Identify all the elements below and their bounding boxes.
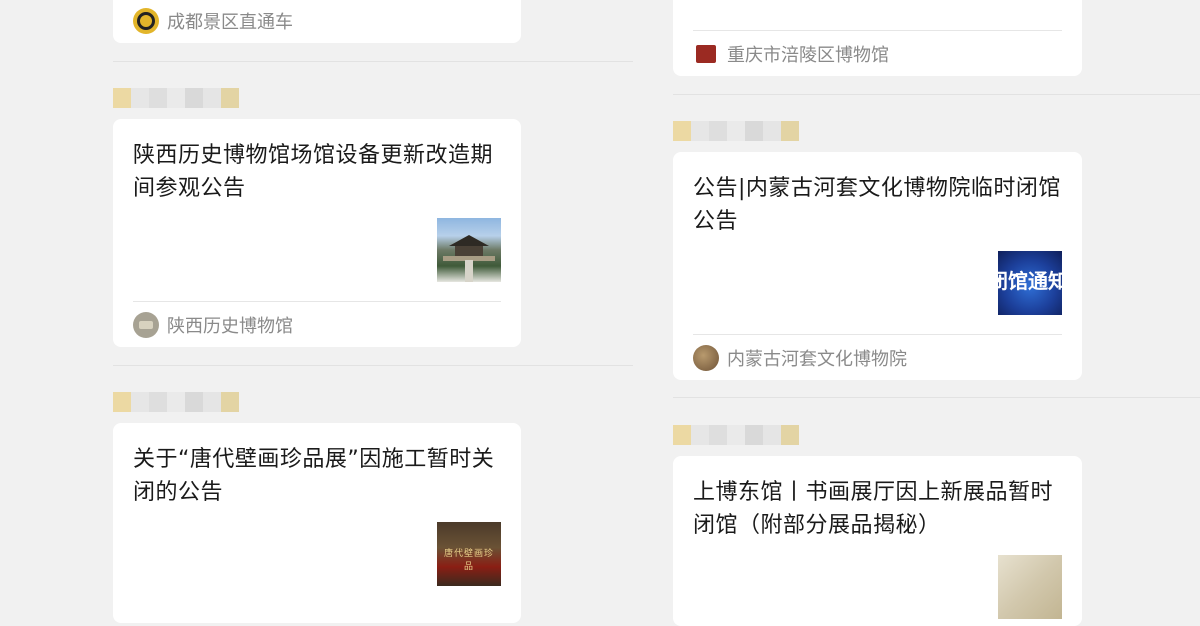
article-card-shanghai-museum[interactable]: 上博东馆丨书画展厅因上新展品暂时闭馆（附部分展品揭秘） [673,456,1082,626]
article-title[interactable]: 上博东馆丨书画展厅因上新展品暂时闭馆（附部分展品揭秘） [693,476,1065,542]
article-title[interactable]: 公告|内蒙古河套文化博物院临时闭馆公告 [693,172,1065,238]
source-name[interactable]: 陕西历史博物馆 [167,312,293,338]
source-name[interactable]: 成都景区直通车 [167,8,293,34]
article-thumbnail[interactable]: 闭馆通知 [998,251,1062,315]
feed-divider [113,61,633,62]
source-avatar-fuling-icon[interactable] [693,40,719,67]
museum-building-icon [443,235,495,282]
feed-divider [673,397,1200,398]
blurred-account-name [113,392,239,412]
article-thumbnail[interactable] [437,218,501,282]
blurred-account-name [113,88,239,108]
source-avatar-shaanxi-icon[interactable] [133,311,159,338]
source-name[interactable]: 内蒙古河套文化博物院 [727,345,907,371]
blurred-account-name [673,425,799,445]
article-thumbnail[interactable] [998,555,1062,619]
feed-divider [113,365,633,366]
article-title[interactable]: 关于“唐代壁画珍品展”因施工暂时关闭的公告 [133,443,505,509]
source-name[interactable]: 重庆市涪陵区博物馆 [727,41,889,67]
article-card-fuling[interactable]: 重庆市涪陵区博物馆 [673,0,1082,76]
card-footer: 成都景区直通车 [133,0,501,43]
source-avatar-hetao-icon[interactable] [693,344,719,371]
article-card-chengdu[interactable]: 成都景区直通车 [113,0,521,43]
feed-divider [673,94,1200,95]
article-thumbnail[interactable]: 唐代壁画珍品 [437,522,501,586]
thumbnail-caption: 唐代壁画珍品 [443,549,494,572]
source-avatar-chengdu-icon[interactable] [133,7,159,34]
article-card-hetao[interactable]: 公告|内蒙古河套文化博物院临时闭馆公告 闭馆通知 内蒙古河套文化博物院 [673,152,1082,380]
article-card-tang-murals[interactable]: 关于“唐代壁画珍品展”因施工暂时关闭的公告 唐代壁画珍品 [113,423,521,623]
thumbnail-caption: 闭馆通知 [998,269,1062,293]
card-footer: 重庆市涪陵区博物馆 [693,30,1062,76]
blurred-account-name [673,121,799,141]
article-card-shaanxi[interactable]: 陕西历史博物馆场馆设备更新改造期间参观公告 陕西历史博物馆 [113,119,521,347]
card-footer: 内蒙古河套文化博物院 [693,334,1062,380]
card-footer: 陕西历史博物馆 [133,301,501,347]
article-title[interactable]: 陕西历史博物馆场馆设备更新改造期间参观公告 [133,139,505,205]
